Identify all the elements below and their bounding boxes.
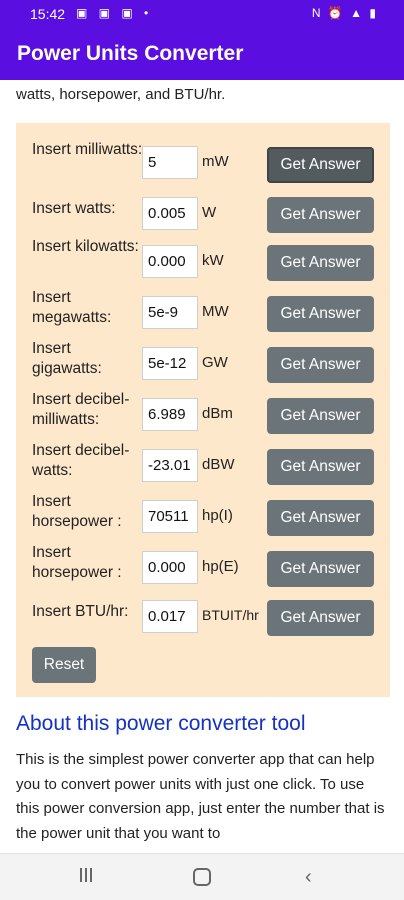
app-bar: Power Units Converter: [0, 30, 404, 80]
unit-btu: BTUIT/hr: [202, 607, 259, 623]
unit-megawatts: MW: [202, 303, 229, 320]
label-gigawatts: Insert gigawatts:: [32, 340, 102, 377]
input-hp-imperial[interactable]: 70511: [142, 500, 198, 533]
row-dbw: Insert decibel-watts: -23.01 dBW Get Ans…: [16, 441, 390, 485]
get-answer-button-gigawatts[interactable]: Get Answer: [267, 347, 374, 383]
label-milliwatts: Insert milliwatts:: [32, 141, 143, 158]
unit-kilowatts: kW: [202, 252, 224, 269]
unit-hp-electric: hp(E): [202, 558, 239, 575]
converter-panel: Insert milliwatts: 5 mW Get Answer Inser…: [16, 123, 390, 697]
about-heading: About this power converter tool: [16, 712, 306, 735]
input-gigawatts[interactable]: 5e-12: [142, 347, 198, 380]
row-hp-electric: Insert horsepower : 0.000 hp(E) Get Answ…: [16, 543, 390, 587]
row-megawatts: Insert megawatts: 5e-9 MW Get Answer: [16, 288, 390, 332]
get-answer-button-watts[interactable]: Get Answer: [267, 197, 374, 233]
row-hp-imperial: Insert horsepower : 70511 hp(I) Get Answ…: [16, 492, 390, 536]
row-btu: Insert BTU/hr: 0.017 BTUIT/hr Get Answer: [16, 598, 390, 642]
input-kilowatts[interactable]: 0.000: [142, 245, 198, 278]
unit-hp-imperial: hp(I): [202, 507, 233, 524]
unit-milliwatts: mW: [202, 153, 229, 170]
label-watts: Insert watts:: [32, 200, 116, 217]
input-btu[interactable]: 0.017: [142, 600, 198, 633]
page-title: Power Units Converter: [17, 42, 244, 65]
input-hp-electric[interactable]: 0.000: [142, 551, 198, 584]
unit-dbm: dBm: [202, 405, 233, 422]
label-hp-imperial: Insert horsepower :: [32, 493, 122, 530]
input-watts[interactable]: 0.005: [142, 197, 198, 230]
recent-apps-icon[interactable]: [80, 868, 96, 884]
row-dbm: Insert decibel-milliwatts: 6.989 dBm Get…: [16, 390, 390, 434]
unit-dbw: dBW: [202, 456, 235, 473]
navigation-bar: ‹: [0, 853, 404, 900]
status-time: 15:42: [30, 6, 66, 22]
label-btu: Insert BTU/hr:: [32, 603, 129, 620]
get-answer-button-hp-electric[interactable]: Get Answer: [267, 551, 374, 587]
input-megawatts[interactable]: 5e-9: [142, 296, 198, 329]
notification-icons: ▣ ▣ ▣ •: [76, 6, 153, 20]
row-kilowatts: Insert kilowatts: 0.000 kW Get Answer: [16, 237, 390, 281]
label-kilowatts: Insert kilowatts:: [32, 238, 139, 255]
input-dbw[interactable]: -23.01: [142, 449, 198, 482]
row-milliwatts: Insert milliwatts: 5 mW Get Answer: [16, 140, 390, 184]
content-scroll[interactable]: watts, horsepower, and BTU/hr. Insert mi…: [0, 80, 404, 853]
back-icon[interactable]: ‹: [305, 866, 312, 889]
input-dbm[interactable]: 6.989: [142, 398, 198, 431]
intro-text: watts, horsepower, and BTU/hr.: [16, 86, 226, 103]
get-answer-button-kilowatts[interactable]: Get Answer: [267, 245, 374, 281]
label-dbw: Insert decibel-watts:: [32, 442, 130, 479]
about-paragraph: This is the simplest power converter app…: [16, 751, 385, 842]
row-gigawatts: Insert gigawatts: 5e-12 GW Get Answer: [16, 339, 390, 383]
reset-button[interactable]: Reset: [32, 647, 96, 683]
status-bar: 15:42 ▣ ▣ ▣ • N ⏰ ▲ ▮: [0, 0, 404, 30]
get-answer-button-milliwatts[interactable]: Get Answer: [267, 147, 374, 183]
system-icons: N ⏰ ▲ ▮: [311, 6, 378, 20]
input-milliwatts[interactable]: 5: [142, 146, 198, 179]
row-watts: Insert watts: 0.005 W Get Answer: [16, 197, 390, 241]
get-answer-button-megawatts[interactable]: Get Answer: [267, 296, 374, 332]
label-hp-electric: Insert horsepower :: [32, 544, 122, 581]
unit-gigawatts: GW: [202, 354, 228, 371]
home-icon[interactable]: [193, 868, 211, 886]
label-megawatts: Insert megawatts:: [32, 289, 112, 326]
get-answer-button-btu[interactable]: Get Answer: [267, 600, 374, 636]
get-answer-button-dbm[interactable]: Get Answer: [267, 398, 374, 434]
get-answer-button-hp-imperial[interactable]: Get Answer: [267, 500, 374, 536]
label-dbm: Insert decibel-milliwatts:: [32, 391, 130, 428]
get-answer-button-dbw[interactable]: Get Answer: [267, 449, 374, 485]
unit-watts: W: [202, 204, 217, 221]
